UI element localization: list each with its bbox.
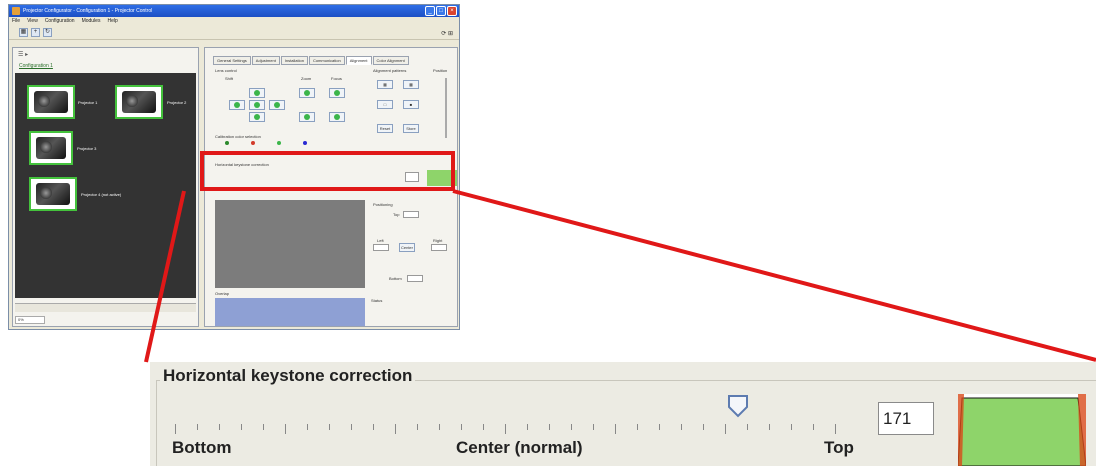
slider-tick — [769, 424, 770, 430]
slider-track[interactable] — [175, 424, 836, 436]
slider-tick — [593, 424, 594, 430]
slider-tick — [307, 424, 308, 430]
keystone-shape — [958, 397, 1086, 466]
label-bottom: Bottom — [172, 438, 232, 457]
slider-thumb[interactable] — [727, 394, 749, 418]
slider-tick — [703, 424, 704, 430]
slider-tick — [175, 424, 176, 434]
slider-tick — [505, 424, 506, 434]
slider-tick — [527, 424, 528, 430]
slider-tick — [241, 424, 242, 430]
slider-tick — [747, 424, 748, 430]
slider-tick — [263, 424, 264, 430]
slider-tick — [659, 424, 660, 430]
label-top: Top — [824, 438, 854, 457]
keystone-preview — [958, 394, 1086, 466]
keystone-value-field[interactable]: 171 — [878, 402, 934, 435]
slider-tick — [615, 424, 616, 434]
slider-tick — [373, 424, 374, 430]
slider-tick — [637, 424, 638, 430]
slider-tick — [439, 424, 440, 430]
callout-line-left — [144, 190, 186, 363]
keystone-zoom-panel: Horizontal keystone correction Bottom Ce… — [150, 362, 1096, 466]
slider-tick — [417, 424, 418, 430]
slider-tick — [461, 424, 462, 430]
slider-tick — [329, 424, 330, 430]
keystone-title: Horizontal keystone correction — [160, 366, 416, 386]
slider-tick — [285, 424, 286, 434]
callout-line-right — [452, 189, 1096, 362]
slider-tick — [219, 424, 220, 430]
slider-tick — [791, 424, 792, 430]
label-center: Center (normal) — [456, 438, 583, 457]
slider-tick — [483, 424, 484, 430]
slider-tick — [197, 424, 198, 430]
keystone-fieldset — [156, 380, 1096, 466]
slider-tick — [395, 424, 396, 434]
slider-tick — [571, 424, 572, 430]
slider-tick — [835, 424, 836, 434]
slider-tick — [351, 424, 352, 430]
slider-tick — [549, 424, 550, 430]
slider-tick — [681, 424, 682, 430]
slider-tick — [813, 424, 814, 430]
slider-tick — [725, 424, 726, 434]
